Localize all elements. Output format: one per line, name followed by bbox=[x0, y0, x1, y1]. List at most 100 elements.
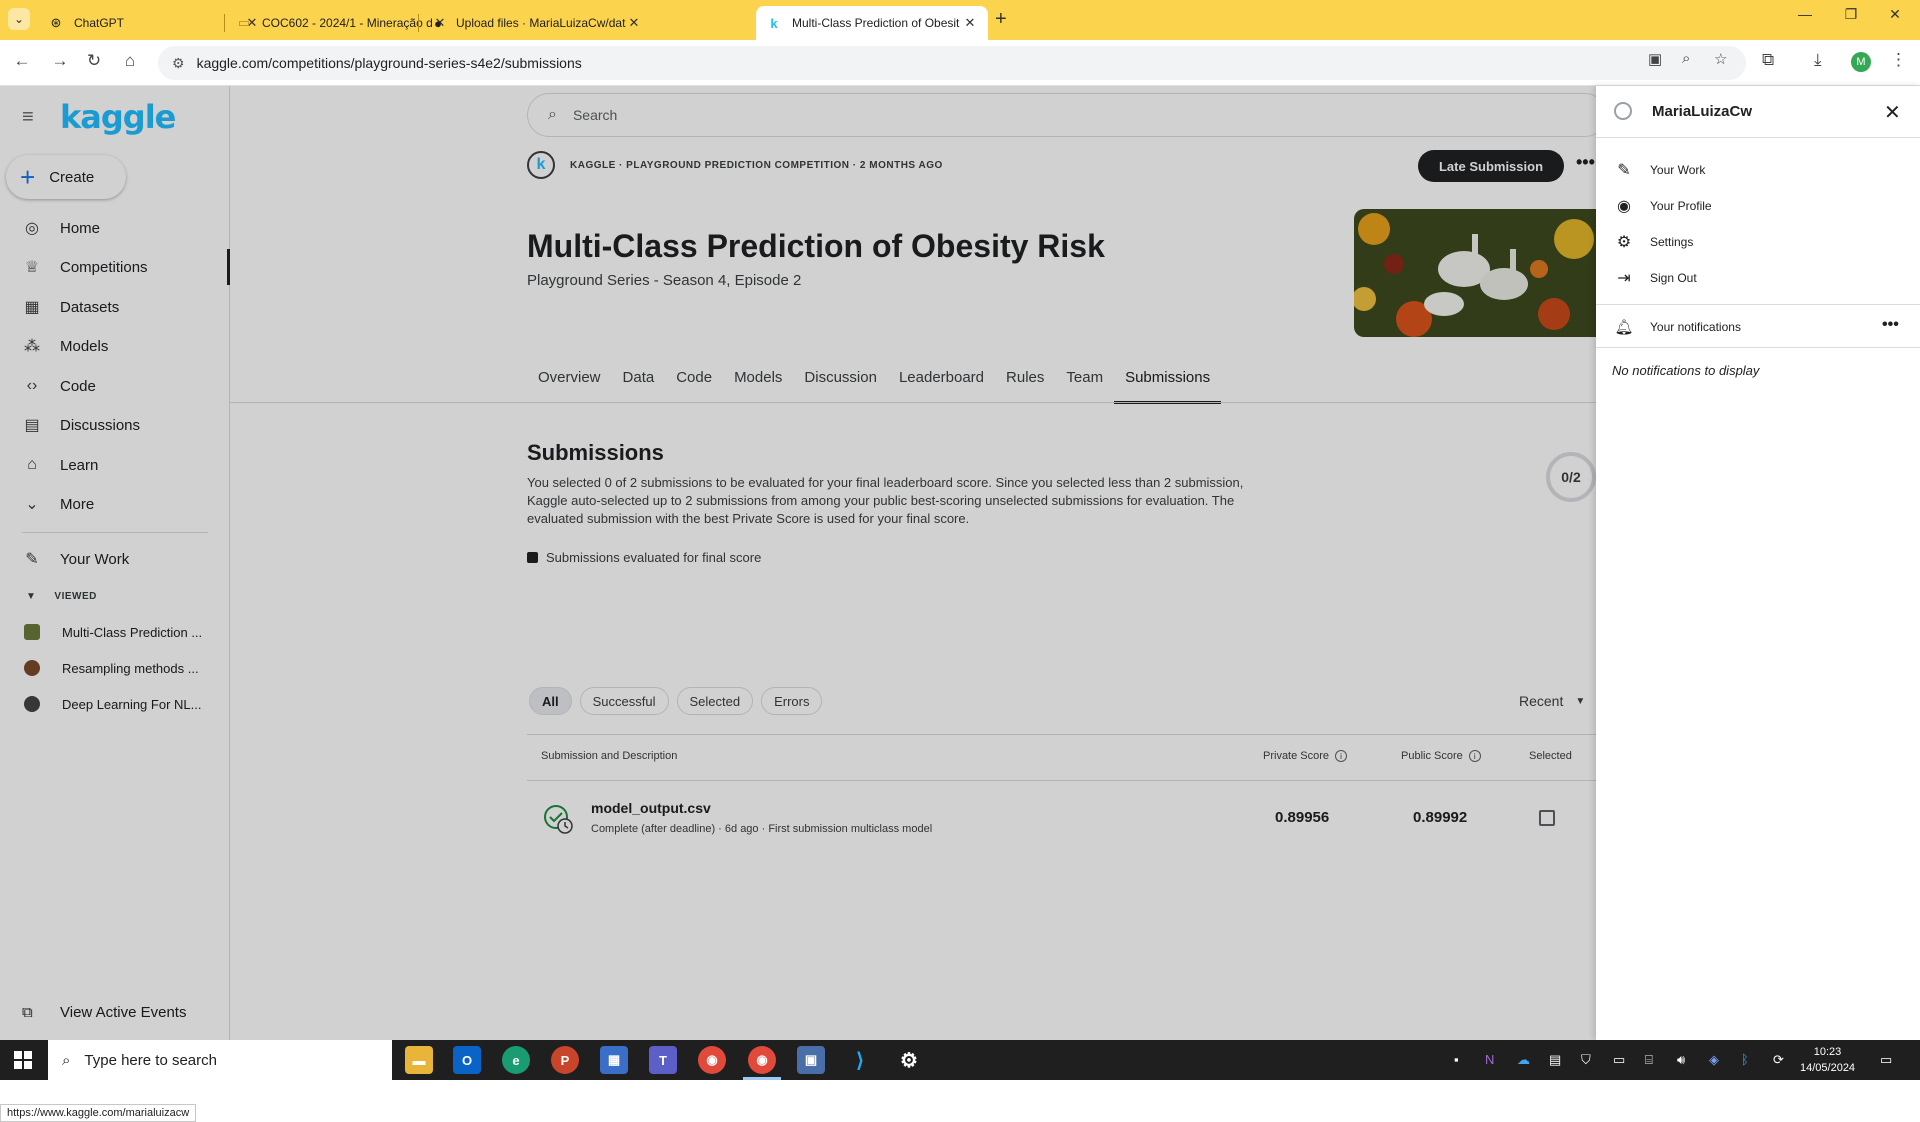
sidebar-item-code[interactable]: ‹› Code bbox=[0, 368, 230, 404]
column-label: Public Score bbox=[1401, 750, 1463, 762]
gear-icon: ⚙ bbox=[1616, 234, 1632, 251]
sidebar-item-discussions[interactable]: ▤ Discussions bbox=[0, 407, 230, 443]
url-text: kaggle.com/competitions/playground-serie… bbox=[196, 55, 582, 71]
sidebar-item-competitions[interactable]: ♕ Competitions bbox=[0, 249, 230, 285]
filter-all[interactable]: All bbox=[529, 687, 572, 715]
menu-item-sign-out[interactable]: ⇥ Sign Out bbox=[1614, 268, 1696, 288]
chrome-icon[interactable]: ◉ bbox=[698, 1046, 726, 1074]
vscode-icon[interactable]: ⟩ bbox=[846, 1046, 874, 1074]
profile-avatar[interactable]: M bbox=[1851, 52, 1871, 72]
viewed-section-header[interactable]: ▼ VIEWED bbox=[26, 591, 97, 602]
outlook-icon[interactable]: O bbox=[453, 1046, 481, 1074]
viewed-item[interactable]: Resampling methods ... bbox=[0, 653, 230, 683]
onenote-icon[interactable]: N bbox=[1485, 1052, 1494, 1067]
close-icon[interactable]: ✕ bbox=[1884, 100, 1901, 125]
info-icon[interactable]: i bbox=[1468, 750, 1481, 762]
tray-app-icon[interactable]: ▪ bbox=[1454, 1052, 1459, 1067]
sidebar-item-learn[interactable]: ⌂ Learn bbox=[0, 447, 230, 483]
sidebar-item-models[interactable]: ⁂ Models bbox=[0, 328, 230, 364]
viewed-item[interactable]: Multi-Class Prediction ... bbox=[0, 617, 230, 647]
viewed-item[interactable]: Deep Learning For NL... bbox=[0, 689, 230, 719]
tab-data[interactable]: Data bbox=[612, 368, 666, 404]
sidebar-item-more[interactable]: ⌄ More bbox=[0, 486, 230, 522]
tab-team[interactable]: Team bbox=[1055, 368, 1114, 404]
tab-code[interactable]: Code bbox=[665, 368, 723, 404]
new-tab-icon[interactable]: + bbox=[995, 8, 1007, 31]
column-label: Selected bbox=[1529, 750, 1572, 762]
tab-rules[interactable]: Rules bbox=[995, 368, 1055, 404]
extensions-icon[interactable]: ⧉ bbox=[1762, 50, 1774, 70]
settings-gear-icon[interactable]: ⚙ bbox=[895, 1046, 923, 1074]
tab-leaderboard[interactable]: Leaderboard bbox=[888, 368, 995, 404]
minimize-icon[interactable]: — bbox=[1782, 6, 1828, 22]
edge-icon[interactable]: e bbox=[502, 1046, 530, 1074]
window-close-icon[interactable]: ✕ bbox=[1872, 6, 1918, 23]
tab-discussion[interactable]: Discussion bbox=[793, 368, 888, 404]
tray-security-icon[interactable]: ⛉ bbox=[1581, 1052, 1591, 1068]
taskbar-search-input[interactable]: ⌕ Type here to search bbox=[48, 1040, 392, 1080]
search-icon: ⌕ bbox=[548, 106, 557, 123]
sync-icon[interactable]: ⟳ bbox=[1773, 1052, 1784, 1068]
close-tab-icon[interactable]: ✕ bbox=[626, 15, 642, 31]
teams-tray-icon[interactable]: ◈ bbox=[1709, 1052, 1719, 1068]
create-button[interactable]: + Create bbox=[6, 155, 126, 199]
notifications-more-icon[interactable]: ••• bbox=[1882, 316, 1899, 334]
restore-icon[interactable]: ❐ bbox=[1828, 6, 1874, 23]
submission-filename[interactable]: model_output.csv bbox=[591, 800, 711, 816]
install-app-icon[interactable]: ▣ bbox=[1648, 50, 1662, 68]
site-info-icon[interactable]: ⚙ bbox=[172, 55, 185, 72]
battery-icon[interactable]: ▭ bbox=[1613, 1052, 1625, 1068]
tab-models[interactable]: Models bbox=[723, 368, 793, 404]
sort-dropdown[interactable]: Recent ▼ bbox=[1519, 693, 1585, 709]
bluetooth-icon[interactable]: ᛒ bbox=[1741, 1052, 1749, 1067]
close-tab-icon[interactable]: ✕ bbox=[962, 15, 978, 31]
teams-icon[interactable]: T bbox=[649, 1046, 677, 1074]
windows-start-icon[interactable] bbox=[14, 1051, 32, 1069]
more-options-icon[interactable]: ••• bbox=[1576, 152, 1595, 173]
tab-search-button[interactable]: ⌄ bbox=[8, 8, 30, 30]
view-active-events-link[interactable]: ⧉ View Active Events bbox=[22, 1004, 186, 1021]
taskbar-clock[interactable]: 10:23 14/05/2024 bbox=[1800, 1044, 1855, 1076]
menu-item-settings[interactable]: ⚙ Settings bbox=[1614, 232, 1694, 252]
kaggle-search-input[interactable]: ⌕ Search bbox=[527, 93, 1607, 137]
downloads-icon[interactable]: ⤓ bbox=[1814, 50, 1822, 70]
tab-title: Upload files · MariaLuizaCw/dat bbox=[456, 16, 626, 30]
volume-icon[interactable]: 🔊︎ bbox=[1677, 1052, 1685, 1068]
select-submission-checkbox[interactable] bbox=[1539, 810, 1555, 826]
tab-title: ChatGPT bbox=[74, 16, 125, 30]
reload-icon[interactable]: ↻ bbox=[82, 51, 106, 71]
file-explorer-icon[interactable]: ▬ bbox=[405, 1046, 433, 1074]
tab-submissions[interactable]: Submissions bbox=[1114, 368, 1222, 404]
home-icon[interactable]: ⌂ bbox=[118, 51, 142, 71]
info-icon[interactable]: i bbox=[1335, 750, 1348, 762]
url-bar[interactable]: ⚙ kaggle.com/competitions/playground-ser… bbox=[158, 46, 1746, 80]
filter-successful[interactable]: Successful bbox=[579, 687, 669, 715]
notification-center-icon[interactable]: ▭ bbox=[1880, 1052, 1892, 1068]
powerpoint-icon[interactable]: P bbox=[551, 1046, 579, 1074]
late-submission-button[interactable]: Late Submission bbox=[1418, 150, 1564, 182]
menu-item-your-work[interactable]: ✎ Your Work bbox=[1614, 160, 1705, 180]
store-icon[interactable]: ▦ bbox=[600, 1046, 628, 1074]
bookmark-star-icon[interactable]: ☆ bbox=[1714, 50, 1727, 68]
network-icon[interactable]: ⌸ bbox=[1645, 1052, 1653, 1068]
column-header-private-score: Private Score i bbox=[1263, 750, 1348, 762]
sidebar-item-your-work[interactable]: ✎ Your Work bbox=[0, 541, 230, 577]
filter-selected[interactable]: Selected bbox=[676, 687, 754, 715]
menu-icon[interactable]: ≡ bbox=[22, 106, 34, 129]
sidebar-item-datasets[interactable]: ▦ Datasets bbox=[0, 289, 230, 325]
onedrive-icon[interactable]: ☁ bbox=[1517, 1052, 1530, 1068]
menu-item-your-profile[interactable]: ◉ Your Profile bbox=[1614, 196, 1712, 216]
tab-overview[interactable]: Overview bbox=[527, 368, 612, 404]
forward-icon[interactable]: → bbox=[48, 51, 72, 71]
zoom-icon[interactable]: ⌕ bbox=[1682, 50, 1690, 67]
remote-app-icon[interactable]: ▣ bbox=[797, 1046, 825, 1074]
tray-device-icon[interactable]: ▤ bbox=[1549, 1052, 1561, 1068]
kaggle-logo[interactable]: kaggle bbox=[60, 98, 176, 136]
browser-tab-github[interactable]: ● Upload files · MariaLuizaCw/dat ✕ bbox=[420, 6, 652, 40]
browser-menu-icon[interactable]: ⋮ bbox=[1890, 50, 1907, 70]
chrome-profile-icon[interactable]: ◉ bbox=[748, 1046, 776, 1074]
back-icon[interactable]: ← bbox=[10, 51, 34, 71]
browser-tab-kaggle[interactable]: k Multi-Class Prediction of Obesit ✕ bbox=[756, 6, 988, 40]
sidebar-item-home[interactable]: ◎ Home bbox=[0, 210, 230, 246]
filter-errors[interactable]: Errors bbox=[761, 687, 823, 715]
